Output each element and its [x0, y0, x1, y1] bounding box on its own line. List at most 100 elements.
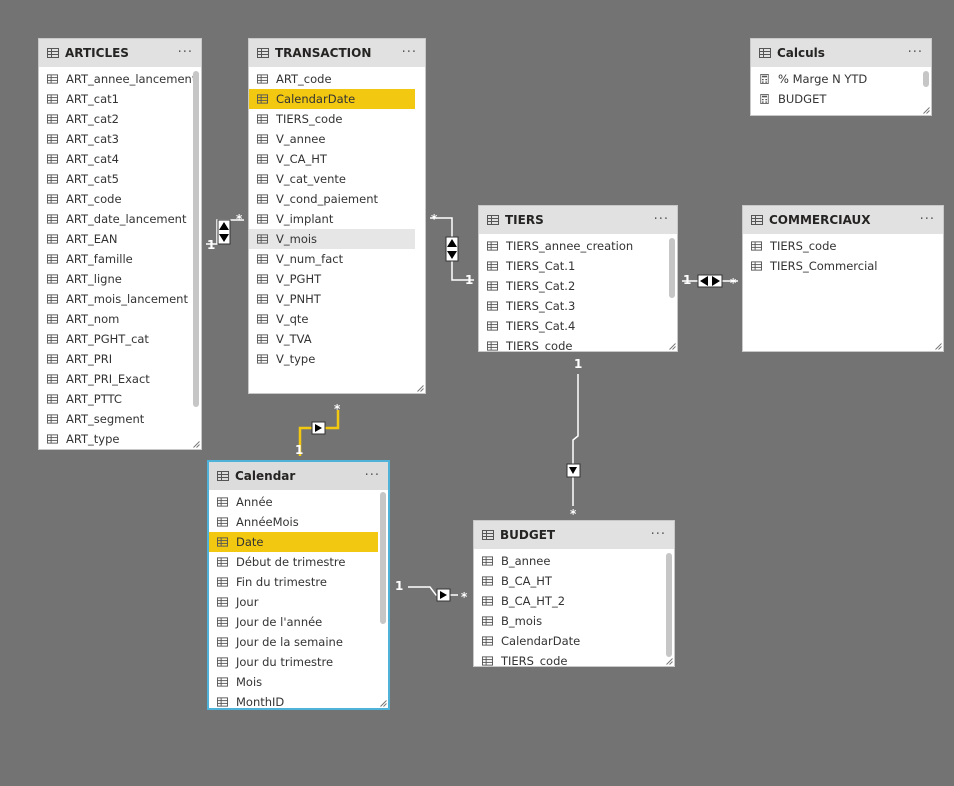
table-header[interactable]: Calculs ···	[751, 39, 931, 67]
column-name: Fin du trimestre	[236, 575, 327, 589]
column-item[interactable]: TIERS_Commercial	[743, 256, 933, 276]
column-item[interactable]: MonthID	[209, 692, 378, 708]
column-item-hovered[interactable]: V_mois	[249, 229, 415, 249]
column-item[interactable]: B_annee	[474, 551, 664, 571]
table-header[interactable]: COMMERCIAUX ···	[743, 206, 943, 234]
column-item[interactable]: V_annee	[249, 129, 415, 149]
table-header[interactable]: Calendar ···	[209, 462, 388, 490]
column-item-highlighted[interactable]: Date	[209, 532, 378, 552]
column-item[interactable]: B_mois	[474, 611, 664, 631]
resize-handle-icon[interactable]	[417, 385, 424, 392]
column-item[interactable]: V_PNHT	[249, 289, 415, 309]
column-item[interactable]: V_cat_vente	[249, 169, 415, 189]
column-item[interactable]: TIERS_code	[249, 109, 415, 129]
column-item[interactable]: ART_PRI	[39, 349, 191, 369]
column-item[interactable]: Jour de la semaine	[209, 632, 378, 652]
resize-handle-icon[interactable]	[380, 700, 387, 707]
column-item[interactable]: ART_PGHT_cat	[39, 329, 191, 349]
table-card-articles[interactable]: ARTICLES ··· ART_annee_lancement ART_cat…	[38, 38, 202, 450]
column-item[interactable]: ART_annee_lancement	[39, 69, 196, 89]
column-item[interactable]: TIERS_Cat.3	[479, 296, 667, 316]
table-card-calculs[interactable]: Calculs ··· % Marge N YTD BUDGET	[750, 38, 932, 116]
more-options-icon[interactable]: ···	[651, 528, 666, 541]
column-item[interactable]: Mois	[209, 672, 378, 692]
resize-handle-icon[interactable]	[666, 658, 673, 665]
scrollbar[interactable]	[666, 553, 672, 657]
column-item[interactable]: ART_cat5	[39, 169, 191, 189]
resize-handle-icon[interactable]	[193, 441, 200, 448]
column-item[interactable]: V_CA_HT	[249, 149, 415, 169]
column-item[interactable]: ART_ligne	[39, 269, 191, 289]
measure-item[interactable]: BUDGET	[751, 89, 921, 109]
column-item[interactable]: TIERS_Cat.2	[479, 276, 667, 296]
scrollbar[interactable]	[923, 71, 929, 87]
column-item[interactable]: TIERS_Cat.1	[479, 256, 667, 276]
column-item[interactable]: CalendarDate	[474, 631, 664, 651]
column-item[interactable]: V_num_fact	[249, 249, 415, 269]
column-item[interactable]: ART_cat3	[39, 129, 191, 149]
table-card-commerciaux[interactable]: COMMERCIAUX ··· TIERS_code TIERS_Commerc…	[742, 205, 944, 352]
relationship-calendar-budget[interactable]	[408, 586, 458, 602]
scrollbar[interactable]	[669, 238, 675, 298]
column-item[interactable]: ART_PRI_Exact	[39, 369, 191, 389]
column-item[interactable]: ART_code	[39, 189, 191, 209]
more-options-icon[interactable]: ···	[178, 46, 193, 59]
table-header[interactable]: TRANSACTION ···	[249, 39, 425, 67]
column-item[interactable]: TIERS_code	[479, 336, 667, 351]
table-card-calendar[interactable]: Calendar ··· Année AnnéeMois Date Début …	[207, 460, 390, 710]
column-item[interactable]: TIERS_code	[743, 236, 933, 256]
resize-handle-icon[interactable]	[923, 107, 930, 114]
relationship-transaction-calendar[interactable]	[298, 410, 340, 456]
column-item[interactable]: ART_cat4	[39, 149, 191, 169]
more-options-icon[interactable]: ···	[654, 213, 669, 226]
column-item[interactable]: ART_date_lancement	[39, 209, 191, 229]
relationship-tiers-budget[interactable]	[566, 374, 581, 506]
resize-handle-icon[interactable]	[935, 343, 942, 350]
relationship-transaction-tiers[interactable]	[430, 217, 474, 281]
column-item-highlighted[interactable]: CalendarDate	[249, 89, 415, 109]
column-item[interactable]: TIERS_code	[474, 651, 664, 666]
column-item[interactable]: TIERS_Cat.4	[479, 316, 667, 336]
table-grid-icon	[47, 48, 59, 58]
column-item[interactable]: V_PGHT	[249, 269, 415, 289]
column-item[interactable]: B_CA_HT_2	[474, 591, 664, 611]
column-item[interactable]: ART_type	[39, 429, 191, 449]
column-item[interactable]: AnnéeMois	[209, 512, 378, 532]
column-item[interactable]: Jour du trimestre	[209, 652, 378, 672]
column-item[interactable]: ART_cat2	[39, 109, 191, 129]
column-item[interactable]: V_implant	[249, 209, 415, 229]
more-options-icon[interactable]: ···	[402, 46, 417, 59]
column-item[interactable]: ART_code	[249, 69, 415, 89]
column-item[interactable]: ART_PTTC	[39, 389, 191, 409]
more-options-icon[interactable]: ···	[908, 46, 923, 59]
measure-item[interactable]: % Marge N YTD	[751, 69, 921, 89]
column-item[interactable]: ART_segment	[39, 409, 191, 429]
more-options-icon[interactable]: ···	[920, 213, 935, 226]
more-options-icon[interactable]: ···	[365, 469, 380, 482]
scrollbar[interactable]	[193, 71, 199, 407]
column-item[interactable]: V_TVA	[249, 329, 415, 349]
scrollbar[interactable]	[380, 492, 386, 624]
table-card-tiers[interactable]: TIERS ··· TIERS_annee_creation TIERS_Cat…	[478, 205, 678, 352]
table-card-transaction[interactable]: TRANSACTION ··· ART_code CalendarDate TI…	[248, 38, 426, 394]
column-item[interactable]: B_CA_HT	[474, 571, 664, 591]
column-item[interactable]: ART_mois_lancement	[39, 289, 191, 309]
column-item[interactable]: V_type	[249, 349, 415, 369]
column-item[interactable]: V_qte	[249, 309, 415, 329]
table-header[interactable]: ARTICLES ···	[39, 39, 201, 67]
table-card-budget[interactable]: BUDGET ··· B_annee B_CA_HT B_CA_HT_2 B_m…	[473, 520, 675, 667]
column-item[interactable]: ART_EAN	[39, 229, 191, 249]
table-header[interactable]: BUDGET ···	[474, 521, 674, 549]
column-item[interactable]: Jour	[209, 592, 378, 612]
resize-handle-icon[interactable]	[669, 343, 676, 350]
column-item[interactable]: Année	[209, 492, 378, 512]
column-item[interactable]: V_cond_paiement	[249, 189, 415, 209]
column-item[interactable]: ART_nom	[39, 309, 191, 329]
column-item[interactable]: ART_cat1	[39, 89, 191, 109]
column-item[interactable]: Fin du trimestre	[209, 572, 378, 592]
column-item[interactable]: Début de trimestre	[209, 552, 378, 572]
column-item[interactable]: ART_famille	[39, 249, 191, 269]
column-item[interactable]: TIERS_annee_creation	[479, 236, 667, 256]
table-header[interactable]: TIERS ···	[479, 206, 677, 234]
column-item[interactable]: Jour de l'année	[209, 612, 378, 632]
